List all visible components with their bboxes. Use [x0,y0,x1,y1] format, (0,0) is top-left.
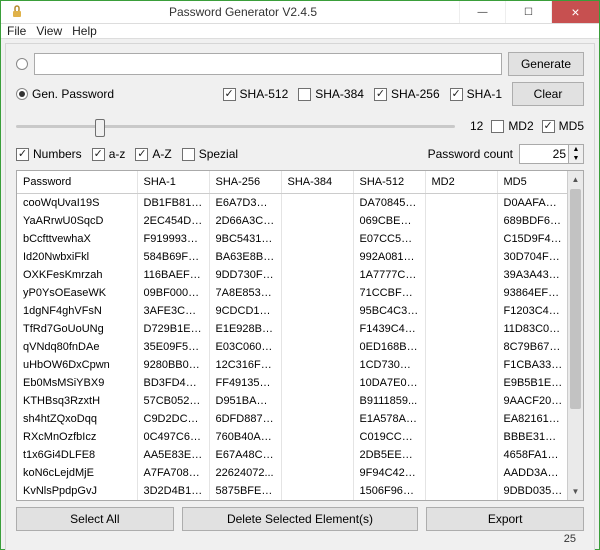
app-window: Password Generator V2.4.5 — ☐ × File Vie… [0,0,600,550]
radio-custom-text[interactable] [16,58,28,70]
col-md5[interactable]: MD5 [497,171,567,193]
scroll-down-icon[interactable]: ▼ [568,484,583,500]
status-count: 25 [16,531,584,545]
table-row[interactable]: t1x6Gi4DLFE8AA5E83EB...E67A48C6...2DB5EE… [17,446,567,464]
delete-selected-button[interactable]: Delete Selected Element(s) [182,507,419,531]
password-count-label: Password count [428,147,513,161]
password-count-input[interactable] [519,144,569,164]
count-spinner[interactable]: ▲▼ [569,144,584,164]
check-spezial[interactable] [182,148,195,161]
scroll-thumb[interactable] [570,189,581,409]
check-md5[interactable] [542,120,555,133]
table-row[interactable]: sh4htZQxoDqqC9D2DC66...6DFD8877...E1A578… [17,410,567,428]
generate-button[interactable]: Generate [508,52,584,76]
check-sha512[interactable] [223,88,236,101]
check-AZ[interactable] [135,148,148,161]
menu-help[interactable]: Help [72,24,97,38]
table-row[interactable]: uHbOW6DxCpwn9280BB03...12C316FB...1CD730… [17,356,567,374]
scroll-up-icon[interactable]: ▲ [568,171,583,187]
check-sha1[interactable] [450,88,463,101]
menu-file[interactable]: File [7,24,26,38]
table-row[interactable]: 1dgNF4ghVFsN3AFE3CFB...9CDCD184...95BC4C… [17,302,567,320]
menu-view[interactable]: View [36,24,62,38]
check-sha256[interactable] [374,88,387,101]
table-row[interactable]: yP0YsOEaseWK09BF000D...7A8E8532...71CCBF… [17,284,567,302]
col-sha384[interactable]: SHA-384 [281,171,353,193]
table-row[interactable]: cooWqUvaI19SDB1FB814...E6A7D3A5...DA7084… [17,193,567,212]
window-title: Password Generator V2.4.5 [27,5,459,19]
titlebar: Password Generator V2.4.5 — ☐ × [1,1,599,24]
gen-password-label: Gen. Password [32,87,114,101]
table-row[interactable]: Id20NwbxiFkl584B69FF...BA63E8B5...992A08… [17,248,567,266]
table-row[interactable]: RXcMnOzfbIcz0C497C63...760B40AC...C019CC… [17,428,567,446]
radio-gen-password[interactable] [16,88,28,100]
table-row[interactable]: qVNdq80fnDAe35E09F57...E03C0600...0ED168… [17,338,567,356]
check-md2[interactable] [491,120,504,133]
select-all-button[interactable]: Select All [16,507,174,531]
col-sha1[interactable]: SHA-1 [137,171,209,193]
col-sha512[interactable]: SHA-512 [353,171,425,193]
table-row[interactable]: TfRd7GoUoUNgD729B1EC...E1E928B5...F1439C… [17,320,567,338]
table-row[interactable]: bCcfttvewhaXF919993B...9BC5431F...E07CC5… [17,230,567,248]
table-row[interactable]: koN6cLejdMjEA7FA7087...22624072...9F94C4… [17,464,567,482]
length-slider[interactable] [16,116,455,136]
col-password[interactable]: Password [17,171,137,193]
table-row[interactable]: KvNlsPpdpGvJ3D2D4B1C...5875BFE5...1506F9… [17,482,567,500]
check-numbers[interactable] [16,148,29,161]
col-sha256[interactable]: SHA-256 [209,171,281,193]
close-button[interactable]: × [551,1,599,23]
check-sha384[interactable] [298,88,311,101]
slider-value: 12 [463,119,483,133]
table-scrollbar[interactable]: ▲ ▼ [567,171,583,500]
slider-thumb[interactable] [95,119,105,137]
results-table[interactable]: Password SHA-1 SHA-256 SHA-384 SHA-512 M… [17,171,567,500]
col-md2[interactable]: MD2 [425,171,497,193]
check-az[interactable] [92,148,105,161]
maximize-button[interactable]: ☐ [505,1,551,23]
table-row[interactable]: KTHBsq3RzxtH57CB052A...D951BAEE...B91118… [17,392,567,410]
custom-text-input[interactable] [34,53,502,75]
table-row[interactable]: YaARrwU0SqcD2EC454D2...2D66A3C7...069CBE… [17,212,567,230]
minimize-button[interactable]: — [459,1,505,23]
clear-button[interactable]: Clear [512,82,584,106]
app-icon [7,2,27,22]
menubar: File View Help [1,24,599,39]
content-panel: Generate Gen. Password SHA-512 SHA-384 S… [5,43,595,550]
export-button[interactable]: Export [426,507,584,531]
table-row[interactable]: OXKFesKmrzah116BAEFD...9DD730F9...1A7777… [17,266,567,284]
table-header-row: Password SHA-1 SHA-256 SHA-384 SHA-512 M… [17,171,567,193]
results-table-wrap: Password SHA-1 SHA-256 SHA-384 SHA-512 M… [16,170,584,501]
table-row[interactable]: Eb0MsMSiYBX9BD3FD44B...FF491355...10DA7E… [17,374,567,392]
